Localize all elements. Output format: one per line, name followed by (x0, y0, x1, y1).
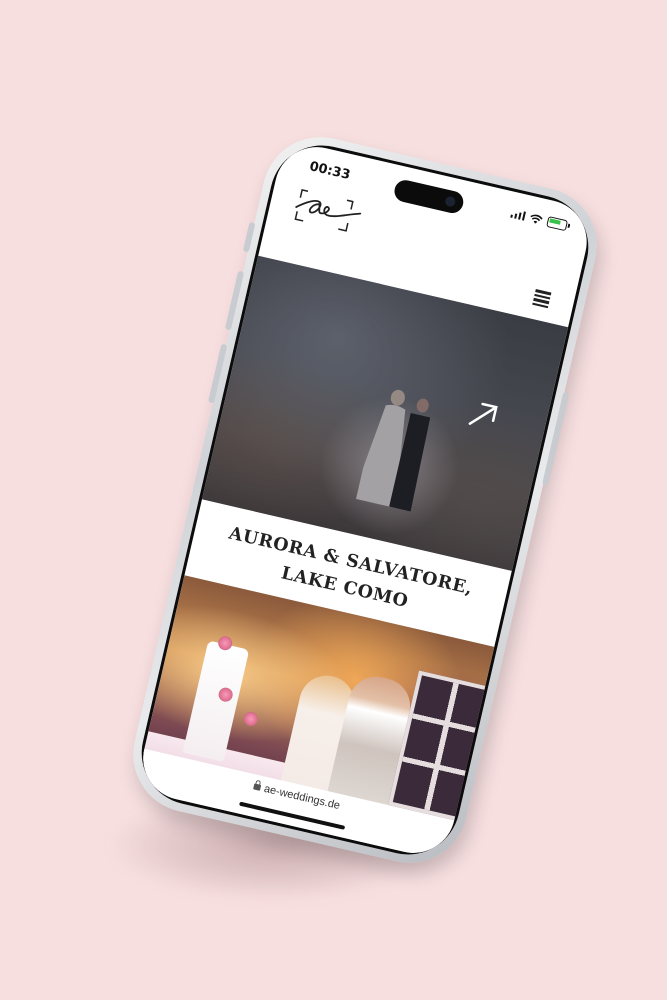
wifi-icon (530, 214, 543, 224)
battery-icon (546, 216, 569, 232)
phone-screen: 00:33 AURORA & SALVATORE, LAKE COMO ae-w… (134, 138, 596, 862)
couple-silhouette (356, 389, 431, 512)
lock-icon (252, 783, 261, 791)
cellular-signal-icon (509, 209, 526, 221)
status-icons (509, 208, 569, 232)
dynamic-island (392, 178, 466, 216)
wedding-cake (182, 640, 250, 762)
status-time: 00:33 (307, 159, 352, 184)
hamburger-menu-icon[interactable] (532, 289, 552, 309)
flower-decor (242, 710, 260, 728)
phone-mockup: 00:33 AURORA & SALVATORE, LAKE COMO ae-w… (121, 125, 609, 875)
brand-logo[interactable] (290, 183, 368, 240)
arrow-up-right-icon[interactable] (465, 397, 501, 433)
